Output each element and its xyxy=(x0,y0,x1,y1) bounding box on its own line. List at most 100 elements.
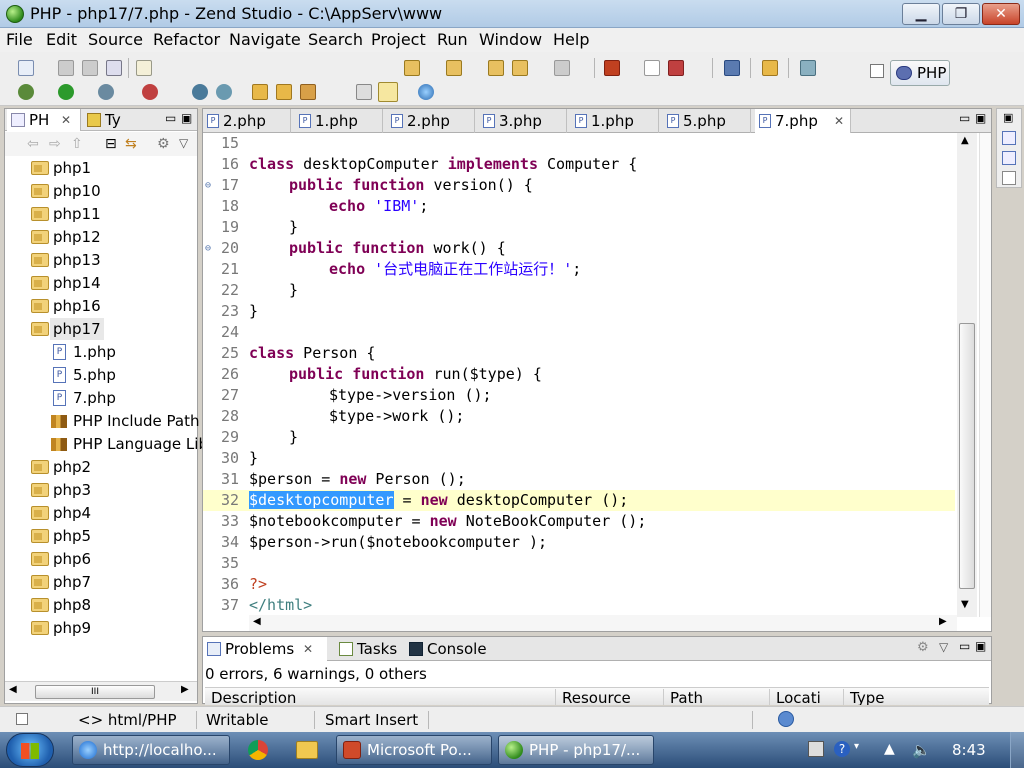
title-bar[interactable]: PHP - php17/7.php - Zend Studio - C:\App… xyxy=(0,0,1024,28)
taskbar-item-ie[interactable]: http://localho... xyxy=(72,735,230,765)
taskbar-item-zend[interactable]: PHP - php17/... xyxy=(498,735,654,765)
save-all-icon[interactable] xyxy=(82,60,98,76)
open-folder-icon[interactable] xyxy=(252,84,268,100)
perspective-toggle-icon[interactable] xyxy=(724,60,740,76)
tab-php-explorer[interactable]: PH ✕ xyxy=(7,109,81,131)
bookmark-icon[interactable] xyxy=(762,60,778,76)
fast-view-icon[interactable] xyxy=(16,713,28,725)
progress-icon[interactable] xyxy=(778,711,794,727)
volume-icon[interactable]: 🔈 xyxy=(912,741,931,759)
highlight-icon[interactable] xyxy=(378,82,398,102)
templates-icon[interactable] xyxy=(1002,171,1016,185)
menu-search[interactable]: Search xyxy=(308,30,363,49)
taskbar-item-powerpoint[interactable]: Microsoft Po... xyxy=(336,735,492,765)
last-edit-icon[interactable] xyxy=(488,60,504,76)
view-icon[interactable] xyxy=(800,60,816,76)
menu-help[interactable]: Help xyxy=(553,30,589,49)
column-description[interactable]: Description xyxy=(205,689,296,705)
open-project-icon[interactable] xyxy=(276,84,292,100)
help-icon[interactable]: ? xyxy=(834,741,850,757)
toggle-mark-icon[interactable] xyxy=(356,84,372,100)
editor-tab-1php-b[interactable]: P 1.php xyxy=(571,109,659,133)
close-button[interactable]: ✕ xyxy=(982,3,1020,25)
minimize-editor-icon[interactable]: ▭ xyxy=(959,111,970,125)
view-menu-icon[interactable]: ▽ xyxy=(939,640,948,654)
next-annotation-icon[interactable] xyxy=(404,60,420,76)
menu-navigate[interactable]: Navigate xyxy=(229,30,301,49)
restore-icon[interactable]: ▣ xyxy=(1003,111,1013,124)
editor-tab-7php[interactable]: P 7.php ✕ xyxy=(755,109,851,133)
maximize-button[interactable]: ❐ xyxy=(942,3,980,25)
horizontal-scrollbar[interactable]: ◀ III ▶ xyxy=(5,681,197,701)
blank-icon[interactable] xyxy=(644,60,660,76)
scroll-left-icon[interactable]: ◀ xyxy=(253,616,261,627)
run-icon[interactable] xyxy=(58,84,74,100)
editor-tab-2php[interactable]: P 2.php xyxy=(203,109,291,133)
profile-icon[interactable] xyxy=(98,84,114,100)
browser-icon[interactable] xyxy=(418,84,434,100)
minimize-view-icon[interactable]: ▭ xyxy=(959,639,970,653)
prev-annotation-icon[interactable] xyxy=(446,60,462,76)
new-php-file-icon[interactable] xyxy=(136,60,152,76)
menu-project[interactable]: Project xyxy=(371,30,426,49)
tab-problems[interactable]: Problems ✕ xyxy=(203,637,327,661)
column-type[interactable]: Type xyxy=(843,689,884,705)
close-icon[interactable]: ✕ xyxy=(61,109,71,131)
taskbar-pin-chrome[interactable] xyxy=(238,736,278,764)
taskbar-pin-explorer[interactable] xyxy=(286,736,326,764)
overview-ruler[interactable] xyxy=(979,133,991,617)
tray-expand-icon[interactable]: ▾ xyxy=(854,741,870,757)
php-perspective-button[interactable]: PHP xyxy=(890,60,950,86)
open-perspective-icon[interactable] xyxy=(870,64,884,78)
back-icon[interactable] xyxy=(512,60,528,76)
debug-icon[interactable] xyxy=(18,84,34,100)
task-icon[interactable] xyxy=(668,60,684,76)
close-icon[interactable]: ✕ xyxy=(834,109,844,133)
menu-run[interactable]: Run xyxy=(437,30,468,49)
start-button[interactable] xyxy=(6,733,54,767)
close-icon[interactable]: ✕ xyxy=(303,637,313,661)
back-arrow-icon[interactable]: ⇦ xyxy=(27,136,39,152)
editor-tab-5php[interactable]: P 5.php xyxy=(663,109,751,133)
new-icon[interactable] xyxy=(18,60,34,76)
show-hidden-icons[interactable]: ▲ xyxy=(884,741,900,757)
editor-tab-1php[interactable]: P 1.php xyxy=(295,109,383,133)
menu-refactor[interactable]: Refactor xyxy=(153,30,220,49)
print-icon[interactable] xyxy=(106,60,122,76)
view-menu-icon[interactable]: ▽ xyxy=(179,136,188,150)
filter-icon[interactable]: ⚙ xyxy=(157,136,170,152)
editor-tab-2php-b[interactable]: P 2.php xyxy=(387,109,475,133)
editor-tab-3php[interactable]: P 3.php xyxy=(479,109,567,133)
scroll-down-icon[interactable]: ▼ xyxy=(961,599,969,610)
link-editor-icon[interactable]: ⇆ xyxy=(125,136,137,152)
filter-icon[interactable]: ⚙ xyxy=(917,640,929,655)
forward-arrow-icon[interactable]: ⇨ xyxy=(49,136,61,152)
scroll-right-icon[interactable]: ▶ xyxy=(181,684,189,695)
menu-edit[interactable]: Edit xyxy=(46,30,77,49)
scroll-thumb[interactable]: III xyxy=(35,685,155,699)
vertical-scrollbar[interactable]: ▲ ▼ xyxy=(957,133,977,617)
collapse-all-icon[interactable]: ⊟ xyxy=(105,136,117,152)
tab-type-hierarchy[interactable]: Ty xyxy=(83,109,143,131)
column-resource[interactable]: Resource xyxy=(555,689,631,705)
maximize-view-icon[interactable]: ▣ xyxy=(181,111,192,125)
scroll-up-icon[interactable]: ▲ xyxy=(961,135,969,146)
menu-window[interactable]: Window xyxy=(479,30,542,49)
save-icon[interactable] xyxy=(58,60,74,76)
maximize-view-icon[interactable]: ▣ xyxy=(975,639,986,653)
column-path[interactable]: Path xyxy=(663,689,703,705)
debug-url-icon[interactable] xyxy=(216,84,232,100)
scroll-right-icon[interactable]: ▶ xyxy=(939,616,947,627)
pin-editor-icon[interactable] xyxy=(604,60,620,76)
search-tool-icon[interactable] xyxy=(300,84,316,100)
horizontal-scrollbar[interactable]: ◀ ▶ xyxy=(249,615,957,631)
scroll-left-icon[interactable]: ◀ xyxy=(9,684,17,695)
forward-icon[interactable] xyxy=(554,60,570,76)
up-folder-icon[interactable]: ⇧ xyxy=(71,136,83,152)
external-tools-icon[interactable] xyxy=(142,84,158,100)
maximize-editor-icon[interactable]: ▣ xyxy=(975,111,986,125)
inspect-icon[interactable] xyxy=(1002,151,1016,165)
menu-file[interactable]: File xyxy=(6,30,33,49)
minimize-button[interactable]: ▁ xyxy=(902,3,940,25)
server-icon[interactable] xyxy=(192,84,208,100)
